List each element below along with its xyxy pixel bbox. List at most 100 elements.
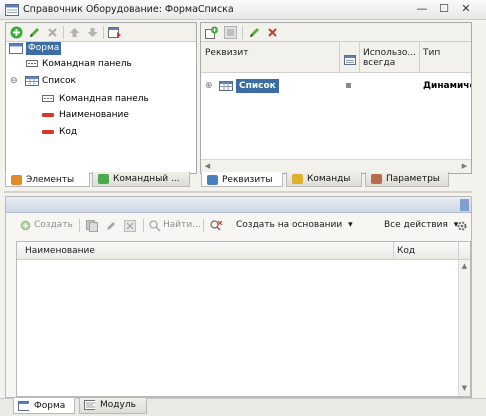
field-icon (42, 113, 54, 117)
tab-elements[interactable]: Элементы (5, 172, 90, 187)
delete-icon[interactable] (266, 26, 279, 39)
collapse-icon[interactable]: ⊖ (10, 75, 18, 87)
copy-icon[interactable] (86, 220, 98, 232)
title-bar: Справочник Оборудование: ФормаСписка — ☐… (0, 0, 486, 20)
toolbar-separator (203, 219, 204, 232)
command-bar-icon (42, 95, 54, 102)
toolbar-separator (143, 219, 144, 232)
tab-label: Реквизиты (222, 175, 273, 185)
column-header-line: Использо... (363, 48, 417, 58)
close-window-button[interactable]: ✕ (458, 2, 474, 17)
scroll-up-icon[interactable]: ▲ (460, 262, 469, 271)
tree-item-label: Код (59, 127, 78, 137)
tree-item-label: Список (42, 76, 76, 86)
toolbar-separator (63, 26, 64, 39)
toolbar-separator (242, 26, 243, 39)
module-icon (84, 400, 95, 410)
edit-icon[interactable] (28, 26, 41, 39)
tab-commands[interactable]: Команды (286, 172, 362, 187)
maximize-button[interactable]: ☐ (436, 2, 452, 17)
window-title: Справочник Оборудование: ФормаСписка (23, 4, 234, 15)
column-header-code[interactable]: Код (397, 246, 415, 256)
add-attribute-icon[interactable] (205, 26, 219, 39)
horizontal-scrollbar[interactable]: ◀ ▶ (201, 159, 471, 173)
tab-label: Форма (34, 401, 66, 411)
button-label: Все действия (384, 220, 448, 230)
search-icon (149, 220, 161, 232)
vertical-scrollbar[interactable]: ▲ ▼ (458, 260, 470, 396)
column-divider (419, 42, 420, 73)
preview-header-marker (460, 199, 469, 211)
toolbar-separator (103, 26, 104, 39)
preview-toolbar: Создать Найти... Создать на основании ▾ … (6, 215, 471, 237)
tree-item-label: Командная панель (42, 59, 132, 69)
splitter[interactable] (4, 191, 472, 193)
attribute-type: Динамическ (423, 81, 471, 91)
use-always-icon (344, 55, 356, 65)
delete-icon[interactable] (124, 220, 136, 232)
use-always-checkbox[interactable] (346, 83, 351, 88)
elements-toolbar (6, 23, 196, 42)
form-icon (18, 401, 29, 411)
tab-label: Элементы (26, 175, 75, 185)
button-label: Создать на основании (236, 220, 343, 230)
tab-label: Команды (307, 174, 351, 184)
cancel-search-icon[interactable] (210, 220, 223, 232)
find-button[interactable]: Найти... (163, 220, 201, 230)
attribute-row[interactable]: ⊕ Список Динамическ (201, 79, 471, 93)
column-header-attribute[interactable]: Реквизит (205, 48, 248, 58)
edit-icon[interactable] (248, 26, 261, 39)
elements-tab-icon (11, 175, 22, 185)
column-header-type[interactable]: Тип (423, 48, 440, 58)
add-table-icon[interactable] (224, 26, 237, 39)
tab-command-interface[interactable]: Командный ... (92, 172, 190, 187)
list-table: Наименование Код ▲ ▼ (16, 241, 471, 397)
all-actions-button[interactable]: Все действия ▾ (384, 220, 458, 230)
commands-tab-icon (292, 174, 303, 184)
tab-attributes[interactable]: Реквизиты (201, 172, 283, 187)
table-icon (219, 81, 233, 91)
elements-pane: Форма Командная панель ⊖ Список Командна… (5, 22, 197, 174)
tab-module[interactable]: Модуль (79, 398, 147, 414)
attributes-header: Реквизит Использо... всегда Тип (201, 42, 471, 73)
attributes-toolbar (201, 23, 471, 42)
settings-icon[interactable] (456, 220, 468, 232)
tab-parameters[interactable]: Параметры (365, 172, 449, 187)
scroll-right-icon[interactable]: ▶ (460, 162, 469, 171)
create-icon (20, 220, 31, 231)
column-divider (339, 42, 340, 73)
table-icon (25, 76, 39, 86)
column-header-line: всегда (363, 58, 396, 68)
parameters-tab-icon (371, 174, 382, 184)
column-divider (458, 242, 459, 260)
tab-form[interactable]: Форма (13, 398, 75, 414)
tree-item-label: Форма (26, 42, 62, 55)
scroll-down-icon[interactable]: ▼ (460, 384, 469, 393)
list-table-header: Наименование Код (17, 242, 470, 260)
form-settings-icon[interactable] (108, 26, 122, 39)
attributes-tab-icon (207, 175, 218, 185)
column-divider (393, 242, 394, 260)
minimize-button[interactable]: — (414, 2, 430, 17)
expand-icon[interactable]: ⊕ (205, 79, 213, 93)
tab-label: Параметры (386, 174, 440, 184)
field-icon (42, 130, 54, 134)
column-divider (359, 42, 360, 73)
tab-label: Модуль (100, 400, 136, 410)
tab-label: Командный ... (113, 174, 180, 184)
command-tab-icon (98, 174, 109, 184)
move-down-icon[interactable] (86, 26, 99, 39)
delete-icon[interactable] (46, 26, 59, 39)
create-based-on-button[interactable]: Создать на основании ▾ (236, 220, 353, 230)
form-icon (9, 43, 23, 54)
add-icon[interactable] (10, 26, 23, 39)
column-header-use-always[interactable]: Использо... всегда (363, 48, 416, 68)
column-header-name[interactable]: Наименование (25, 246, 95, 256)
edit-icon[interactable] (105, 220, 117, 232)
scroll-left-icon[interactable]: ◀ (203, 162, 212, 171)
move-up-icon[interactable] (68, 26, 81, 39)
tree-item-label: Наименование (59, 110, 129, 120)
preview-header (6, 197, 471, 213)
create-button[interactable]: Создать (34, 220, 73, 230)
command-bar-icon (26, 60, 38, 67)
